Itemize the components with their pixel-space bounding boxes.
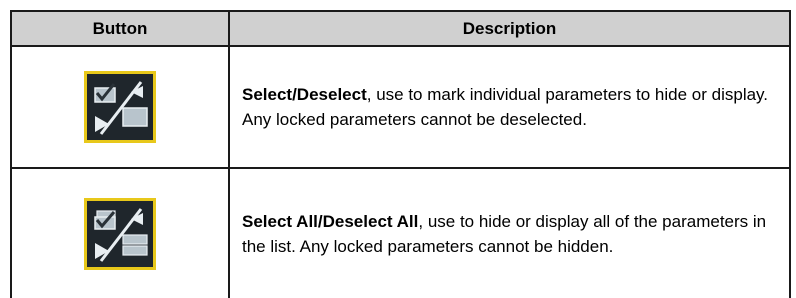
header-button: Button xyxy=(12,12,230,45)
description-text: Select All/Deselect All, use to hide or … xyxy=(242,209,779,259)
button-description-table: Button Description Select/Deselect, use … xyxy=(10,10,791,298)
button-cell xyxy=(12,169,230,298)
button-cell xyxy=(12,47,230,167)
table-header-row: Button Description xyxy=(12,12,789,47)
description-title: Select All/Deselect All xyxy=(242,211,419,231)
table-row: Select/Deselect, use to mark individual … xyxy=(12,47,789,169)
select-all-deselect-all-icon[interactable] xyxy=(84,197,156,270)
description-cell: Select All/Deselect All, use to hide or … xyxy=(230,169,789,298)
select-deselect-icon[interactable] xyxy=(84,71,156,143)
description-text: Select/Deselect, use to mark individual … xyxy=(242,82,779,132)
header-description: Description xyxy=(462,18,557,38)
table-row: Select All/Deselect All, use to hide or … xyxy=(12,169,789,298)
description-cell: Select/Deselect, use to mark individual … xyxy=(230,47,789,167)
description-title: Select/Deselect xyxy=(242,85,367,104)
